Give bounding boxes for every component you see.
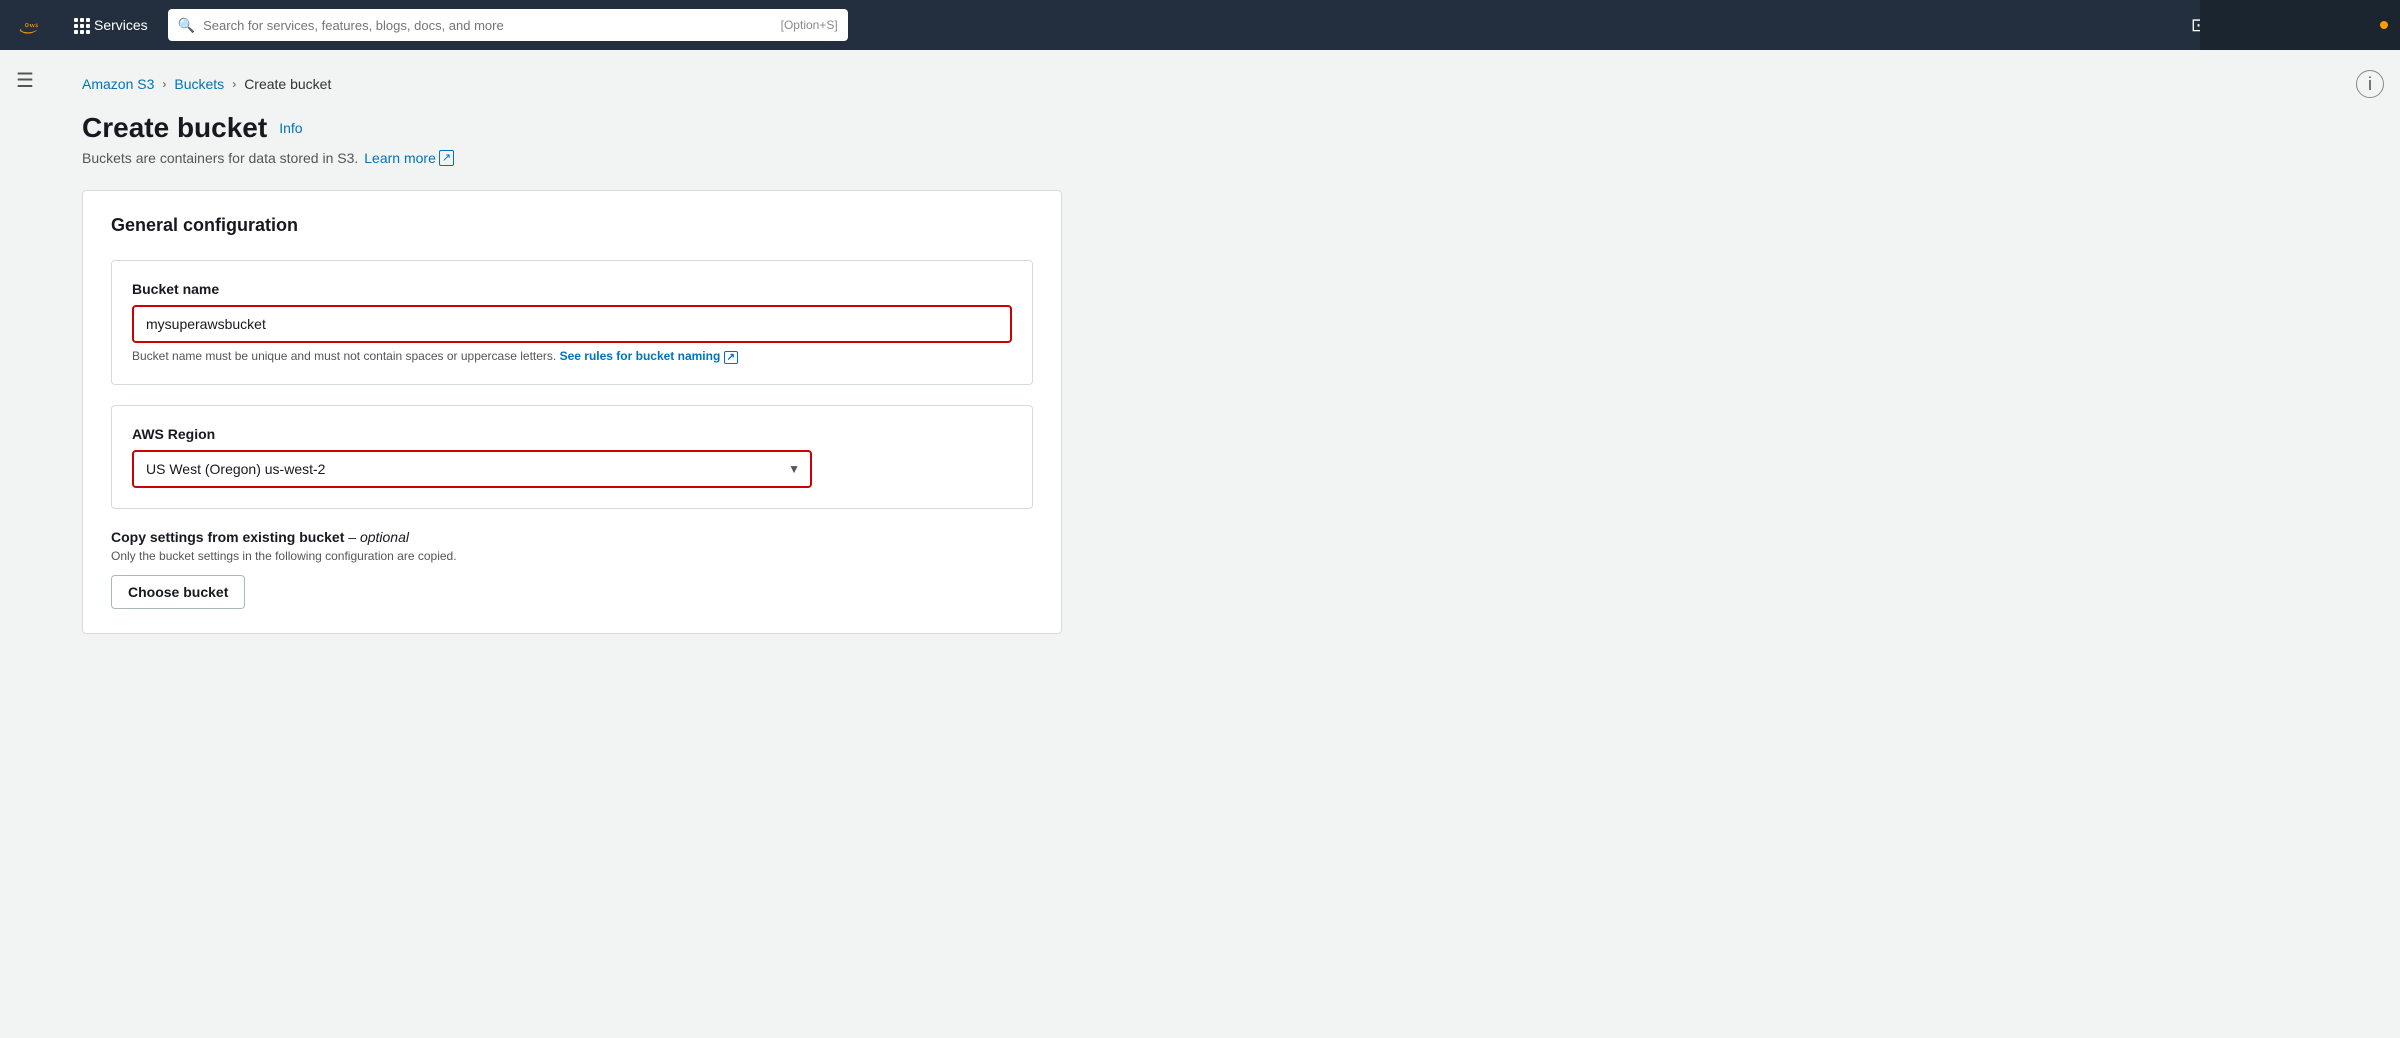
info-link[interactable]: Info — [279, 120, 302, 136]
learn-more-text: Learn more — [364, 150, 436, 166]
top-navbar: Services 🔍 [Option+S] ⊡ 🔔 ? Global ▼ — [0, 0, 2400, 50]
copy-settings-section: Copy settings from existing bucket – opt… — [111, 529, 1033, 609]
services-label: Services — [94, 17, 148, 33]
breadcrumb-sep-2: › — [232, 77, 236, 91]
page-title: Create bucket — [82, 112, 267, 144]
naming-rules-ext-icon: ↗ — [724, 351, 738, 364]
main-content: Amazon S3 › Buckets › Create bucket Crea… — [50, 50, 1450, 666]
account-bar[interactable] — [2200, 0, 2400, 50]
search-shortcut: [Option+S] — [781, 18, 838, 32]
card-title: General configuration — [111, 215, 1033, 236]
copy-settings-title: Copy settings from existing bucket – opt… — [111, 529, 1033, 545]
page-info-icon[interactable]: i — [2356, 70, 2384, 98]
page-subtitle: Buckets are containers for data stored i… — [82, 150, 1418, 166]
sidebar-toggle[interactable]: ☰ — [0, 50, 50, 1038]
aws-region-select[interactable]: US East (N. Virginia) us-east-1 US East … — [132, 450, 812, 488]
hamburger-icon[interactable]: ☰ — [16, 68, 34, 93]
breadcrumb: Amazon S3 › Buckets › Create bucket — [82, 66, 1418, 92]
search-bar[interactable]: 🔍 [Option+S] — [168, 9, 848, 41]
bucket-name-hint: Bucket name must be unique and must not … — [132, 349, 1012, 364]
aws-region-section: AWS Region US East (N. Virginia) us-east… — [111, 405, 1033, 509]
copy-settings-subtitle: Only the bucket settings in the followin… — [111, 549, 1033, 563]
general-config-card: General configuration Bucket name Bucket… — [82, 190, 1062, 634]
choose-bucket-button[interactable]: Choose bucket — [111, 575, 245, 609]
aws-region-label: AWS Region — [132, 426, 1012, 442]
bucket-name-input[interactable] — [132, 305, 1012, 343]
learn-more-link[interactable]: Learn more ↗ — [364, 150, 454, 166]
search-input[interactable] — [203, 18, 773, 33]
bucket-naming-rules-link[interactable]: See rules for bucket naming ↗ — [560, 349, 738, 363]
bucket-name-label: Bucket name — [132, 281, 1012, 297]
aws-region-select-wrapper: US East (N. Virginia) us-east-1 US East … — [132, 450, 812, 488]
page-title-section: Create bucket Info Buckets are container… — [82, 112, 1418, 166]
breadcrumb-buckets[interactable]: Buckets — [174, 76, 224, 92]
account-indicator — [2380, 21, 2388, 29]
external-link-icon: ↗ — [439, 150, 454, 166]
page-title-row: Create bucket Info — [82, 112, 1418, 144]
aws-logo[interactable] — [16, 10, 54, 40]
subtitle-text: Buckets are containers for data stored i… — [82, 150, 358, 166]
grid-icon — [74, 18, 88, 32]
breadcrumb-current: Create bucket — [244, 76, 331, 92]
search-icon: 🔍 — [178, 17, 195, 34]
breadcrumb-amazon-s3[interactable]: Amazon S3 — [82, 76, 154, 92]
services-button[interactable]: Services — [66, 13, 156, 37]
breadcrumb-sep-1: › — [162, 77, 166, 91]
bucket-name-section: Bucket name Bucket name must be unique a… — [111, 260, 1033, 385]
